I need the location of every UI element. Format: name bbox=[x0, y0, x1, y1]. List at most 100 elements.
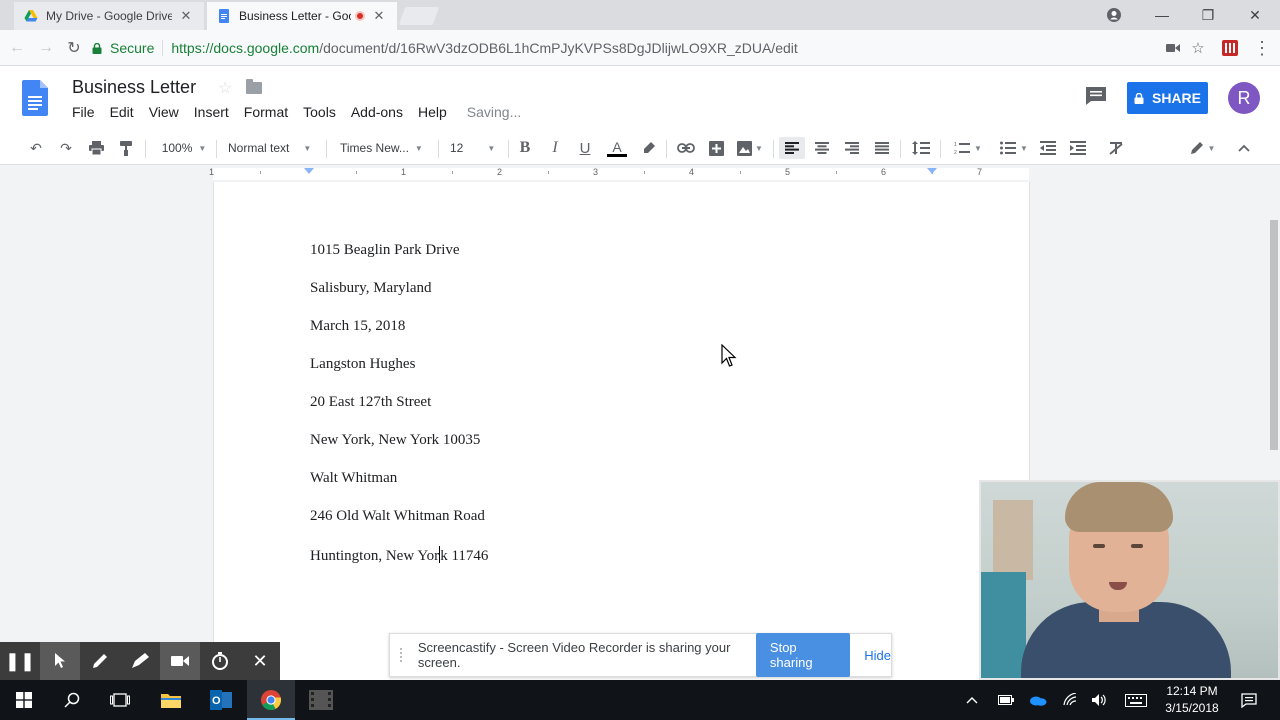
task-view-icon[interactable] bbox=[96, 680, 144, 720]
paint-format-icon[interactable] bbox=[115, 137, 137, 159]
close-tab-icon[interactable]: ✕ bbox=[178, 8, 194, 24]
volume-icon[interactable] bbox=[1088, 690, 1112, 710]
insert-comment-icon[interactable] bbox=[705, 137, 727, 159]
minimize-icon[interactable]: — bbox=[1139, 0, 1185, 30]
insert-image-icon[interactable]: ▼ bbox=[733, 137, 767, 159]
tab-business-letter[interactable]: Business Letter - Goo ✕ bbox=[207, 2, 397, 30]
screencastify-extension-icon[interactable] bbox=[1220, 38, 1240, 58]
underline-icon[interactable]: U bbox=[574, 137, 596, 159]
windows-start-icon[interactable] bbox=[0, 680, 48, 720]
close-toolbar-icon[interactable]: ✕ bbox=[240, 642, 280, 680]
cursor-tool-icon[interactable] bbox=[40, 642, 80, 680]
timer-icon[interactable] bbox=[200, 642, 240, 680]
menu-help[interactable]: Help bbox=[418, 104, 447, 120]
line-spacing-icon[interactable] bbox=[909, 137, 933, 159]
new-tab-button[interactable] bbox=[398, 7, 440, 25]
hide-notice-button[interactable]: Hide bbox=[864, 648, 891, 663]
show-hidden-icons-icon[interactable] bbox=[960, 690, 984, 710]
reload-icon[interactable]: ↻ bbox=[63, 38, 85, 58]
font-family-select[interactable]: Times New... ▼ bbox=[340, 137, 428, 159]
menu-tools[interactable]: Tools bbox=[303, 104, 336, 120]
letter-line[interactable]: 1015 Beaglin Park Drive bbox=[310, 242, 460, 259]
letter-line[interactable]: March 15, 2018 bbox=[310, 318, 405, 335]
google-docs-logo-icon[interactable] bbox=[22, 80, 48, 116]
document-page[interactable]: 1015 Beaglin Park Drive Salisbury, Maryl… bbox=[213, 182, 1030, 680]
letter-line[interactable]: 246 Old Walt Whitman Road bbox=[310, 508, 485, 525]
letter-line[interactable]: Langston Hughes bbox=[310, 356, 415, 373]
paragraph-style-select[interactable]: Normal text ▼ bbox=[228, 137, 318, 159]
action-center-icon[interactable] bbox=[1237, 690, 1261, 710]
close-tab-icon[interactable]: ✕ bbox=[371, 8, 387, 24]
restore-icon[interactable]: ❐ bbox=[1185, 0, 1231, 30]
window-close-icon[interactable]: ✕ bbox=[1232, 0, 1278, 30]
insert-link-icon[interactable] bbox=[675, 137, 697, 159]
camera-icon[interactable] bbox=[1163, 38, 1183, 58]
menu-view[interactable]: View bbox=[149, 104, 179, 120]
share-button[interactable]: SHARE bbox=[1127, 82, 1208, 114]
webcam-toggle-icon[interactable] bbox=[160, 642, 200, 680]
highlight-color-icon[interactable] bbox=[638, 137, 660, 159]
scrollbar-thumb[interactable] bbox=[1270, 220, 1278, 450]
justify-icon[interactable] bbox=[871, 137, 893, 159]
menu-format[interactable]: Format bbox=[244, 104, 288, 120]
tab-my-drive[interactable]: My Drive - Google Drive ✕ bbox=[14, 2, 204, 30]
file-explorer-icon[interactable] bbox=[147, 680, 195, 720]
align-center-icon[interactable] bbox=[811, 137, 833, 159]
left-indent-marker[interactable] bbox=[304, 168, 314, 174]
menu-insert[interactable]: Insert bbox=[194, 104, 229, 120]
profile-icon[interactable] bbox=[1091, 0, 1137, 30]
windows-taskbar: O 12:14 PM 3/15/2018 bbox=[0, 680, 1280, 720]
right-indent-marker[interactable] bbox=[927, 168, 937, 174]
clear-formatting-icon[interactable] bbox=[1105, 137, 1127, 159]
print-icon[interactable] bbox=[85, 137, 107, 159]
onedrive-icon[interactable] bbox=[1026, 690, 1050, 710]
collapse-menus-icon[interactable] bbox=[1233, 137, 1255, 159]
webcam-overlay[interactable] bbox=[979, 480, 1280, 680]
url-field[interactable]: Secure https://docs.google.com /document… bbox=[92, 34, 1212, 62]
italic-icon[interactable]: I bbox=[544, 137, 566, 159]
font-size-select[interactable]: 12 ▼ bbox=[450, 137, 502, 159]
text-color-icon[interactable]: A bbox=[604, 137, 630, 159]
account-avatar[interactable]: R bbox=[1228, 82, 1260, 114]
increase-indent-icon[interactable] bbox=[1067, 137, 1089, 159]
outlook-icon[interactable]: O bbox=[197, 680, 245, 720]
chrome-icon[interactable] bbox=[247, 680, 295, 720]
undo-icon[interactable]: ↶ bbox=[25, 137, 47, 159]
forward-icon[interactable]: → bbox=[35, 38, 57, 58]
document-title[interactable]: Business Letter bbox=[72, 77, 196, 98]
menu-add-ons[interactable]: Add-ons bbox=[351, 104, 403, 120]
letter-line[interactable]: 20 East 127th Street bbox=[310, 394, 431, 411]
menu-file[interactable]: File bbox=[72, 104, 95, 120]
taskbar-clock[interactable]: 12:14 PM 3/15/2018 bbox=[1156, 683, 1228, 717]
wifi-icon[interactable] bbox=[1058, 690, 1082, 710]
star-icon[interactable]: ☆ bbox=[218, 78, 232, 98]
pause-icon[interactable]: ❚❚ bbox=[0, 642, 40, 680]
search-icon[interactable] bbox=[48, 680, 96, 720]
letter-line[interactable]: Salisbury, Maryland bbox=[310, 280, 432, 297]
pen-tool-icon[interactable] bbox=[80, 642, 120, 680]
redo-icon[interactable]: ↷ bbox=[55, 137, 77, 159]
keyboard-icon[interactable] bbox=[1124, 690, 1148, 710]
decrease-indent-icon[interactable] bbox=[1037, 137, 1059, 159]
comments-icon[interactable] bbox=[1085, 86, 1107, 106]
letter-line[interactable]: Walt Whitman bbox=[310, 470, 397, 487]
drag-handle-icon[interactable] bbox=[400, 648, 404, 662]
highlighter-tool-icon[interactable] bbox=[120, 642, 160, 680]
video-editor-icon[interactable] bbox=[297, 680, 345, 720]
align-right-icon[interactable] bbox=[841, 137, 863, 159]
letter-line[interactable]: Huntington, New York 11746 bbox=[310, 546, 488, 565]
battery-icon[interactable] bbox=[994, 690, 1018, 710]
stop-sharing-button[interactable]: Stop sharing bbox=[755, 633, 851, 677]
editing-mode-icon[interactable]: ▼ bbox=[1184, 137, 1220, 159]
bookmark-star-icon[interactable]: ☆ bbox=[1188, 38, 1208, 58]
folder-icon[interactable] bbox=[246, 79, 262, 94]
bulleted-list-icon[interactable]: ▼ bbox=[994, 137, 1034, 159]
numbered-list-icon[interactable]: 1 2 ▼ bbox=[948, 137, 988, 159]
letter-line[interactable]: New York, New York 10035 bbox=[310, 432, 480, 449]
align-left-icon[interactable] bbox=[779, 137, 805, 159]
zoom-select[interactable]: 100% ▼ bbox=[158, 137, 210, 159]
back-icon[interactable]: ← bbox=[6, 38, 28, 58]
browser-menu-icon[interactable]: ⋮ bbox=[1252, 38, 1272, 58]
bold-icon[interactable]: B bbox=[514, 137, 536, 159]
menu-edit[interactable]: Edit bbox=[110, 104, 134, 120]
